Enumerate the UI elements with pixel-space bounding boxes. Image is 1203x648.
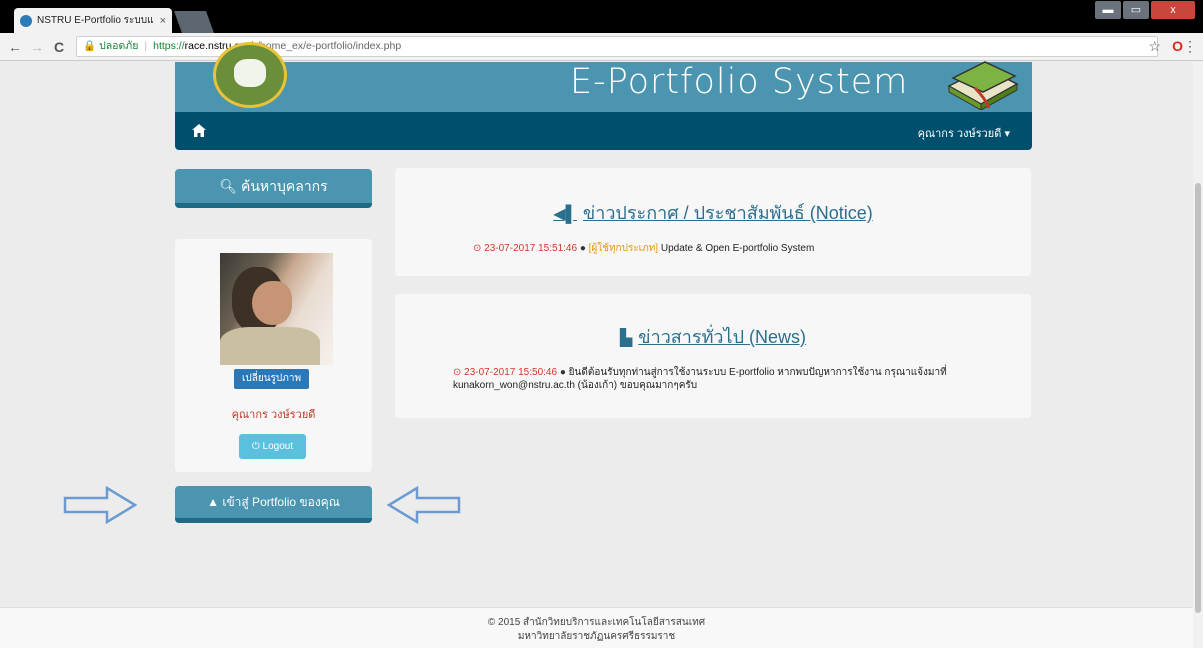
search-staff-label: ค้นหาบุคลากร xyxy=(240,178,328,194)
profile-name: คุณากร วงษ์รวยดี xyxy=(231,409,316,421)
clock-icon: ⊙ xyxy=(453,367,462,378)
globe-icon: ● xyxy=(559,367,566,378)
news-panel: ▙ ข่าวสารทั่วไป (News) ⊙ 23-07-2017 15:50… xyxy=(395,294,1031,418)
footer-copyright: © 2015 สำนักวิทยบริการและเทคโนโลยีสารสนเ… xyxy=(487,617,706,628)
scrollbar-thumb[interactable] xyxy=(1195,183,1201,613)
enter-portfolio-label: เข้าสู่ Portfolio ของคุณ xyxy=(222,495,340,509)
notice-text: Update & Open E-portfolio System xyxy=(660,243,815,254)
tab-title: NSTRU E-Portfolio ระบบแ xyxy=(37,15,154,26)
browser-menu-icon[interactable]: ⋮ xyxy=(1183,38,1197,55)
notice-datetime: 23-07-2017 15:51:46 xyxy=(484,243,578,254)
profile-card: เปลี่ยนรูปภาพ คุณากร วงษ์รวยดี ⏻ Logout xyxy=(175,239,372,472)
favicon-icon xyxy=(20,14,32,27)
restore-button[interactable]: ▭ xyxy=(1123,1,1149,19)
close-window-button[interactable]: x xyxy=(1151,1,1195,19)
home-icon[interactable] xyxy=(192,124,206,137)
url-path: /home_ex/e-portfolio/index.php xyxy=(257,40,402,52)
bookmark-star-icon[interactable]: ☆ xyxy=(1148,38,1161,55)
reload-icon[interactable]: C xyxy=(54,39,64,55)
left-arrow-annotation-icon xyxy=(387,486,461,524)
main-navbar: คุณากร วงษ์รวยดี ▾ xyxy=(175,112,1032,150)
minimize-button[interactable]: ▬ xyxy=(1095,1,1121,19)
notice-heading[interactable]: ◀▌ ข่าวประกาศ / ประชาสัมพันธ์ (Notice) xyxy=(395,198,1031,227)
search-icon: 🔍︎ xyxy=(219,178,238,194)
notice-heading-text: ข่าวประกาศ / ประชาสัมพันธ์ (Notice) xyxy=(582,203,873,223)
lock-icon: 🔒 xyxy=(83,40,97,52)
browser-toolbar: ← → C 🔒 ปลอดภัย | https://race.nstru.ac.th/… xyxy=(0,33,1203,61)
logout-button[interactable]: ⏻ Logout xyxy=(239,434,306,459)
change-photo-button[interactable]: เปลี่ยนรูปภาพ xyxy=(234,369,309,389)
chevron-down-icon: ▾ xyxy=(1004,128,1010,140)
secure-label: ปลอดภัย xyxy=(99,40,139,52)
page-footer: © 2015 สำนักวิทยบริการและเทคโนโลยีสารสนเ… xyxy=(0,607,1193,648)
book-logo-icon xyxy=(947,61,1019,110)
browser-tab[interactable]: NSTRU E-Portfolio ระบบแ × xyxy=(14,8,172,33)
footer-university: มหาวิทยาลัยราชภัฏนครศรีธรรมราช xyxy=(517,631,676,642)
logout-label: Logout xyxy=(262,441,294,452)
tab-close-icon[interactable]: × xyxy=(160,15,166,27)
opera-icon[interactable]: O xyxy=(1172,38,1183,54)
url-protocol: https:// xyxy=(153,40,185,52)
window-controls: ▬ ▭ x xyxy=(1095,1,1195,19)
news-heading-text: ข่าวสารทั่วไป (News) xyxy=(638,327,807,347)
document-icon: ▙ xyxy=(619,330,633,347)
power-icon: ⏻ xyxy=(251,441,260,452)
news-item[interactable]: ⊙ 23-07-2017 15:50:46 ● ยินดีต้อนรับทุกท… xyxy=(453,366,1013,392)
address-separator: | xyxy=(144,40,148,52)
clock-icon: ⊙ xyxy=(473,243,482,254)
user-menu-dropdown[interactable]: คุณากร วงษ์รวยดี ▾ xyxy=(918,124,1010,142)
user-menu-label: คุณากร วงษ์รวยดี xyxy=(917,128,1002,140)
back-icon[interactable]: ← xyxy=(8,39,22,55)
search-staff-button[interactable]: 🔍︎ ค้นหาบุคลากร xyxy=(175,169,372,208)
news-heading[interactable]: ▙ ข่าวสารทั่วไป (News) xyxy=(395,322,1031,351)
new-tab-button[interactable] xyxy=(173,11,215,33)
university-seal-logo xyxy=(213,42,287,108)
triangle-up-icon: ▲ xyxy=(207,495,220,509)
notice-panel: ◀▌ ข่าวประกาศ / ประชาสัมพันธ์ (Notice) ⊙ … xyxy=(395,168,1031,276)
enter-portfolio-button[interactable]: ▲ เข้าสู่ Portfolio ของคุณ xyxy=(175,486,372,523)
profile-photo xyxy=(220,253,333,365)
megaphone-icon: ◀▌ xyxy=(553,206,577,223)
news-datetime: 23-07-2017 15:50:46 xyxy=(464,367,558,378)
page-title: E-Portfolio System xyxy=(570,62,909,102)
browser-tabstrip: NSTRU E-Portfolio ระบบแ × ▬ ▭ x xyxy=(0,0,1203,33)
right-arrow-annotation-icon xyxy=(63,486,137,524)
forward-icon[interactable]: → xyxy=(30,39,44,55)
globe-icon: ● xyxy=(579,243,586,254)
header-banner: E-Portfolio System xyxy=(175,42,1032,112)
notice-item[interactable]: ⊙ 23-07-2017 15:51:46 ● [ผู้ใช้ทุกประเภท… xyxy=(473,241,814,256)
notice-audience: [ผู้ใช้ทุกประเภท] xyxy=(588,243,659,254)
